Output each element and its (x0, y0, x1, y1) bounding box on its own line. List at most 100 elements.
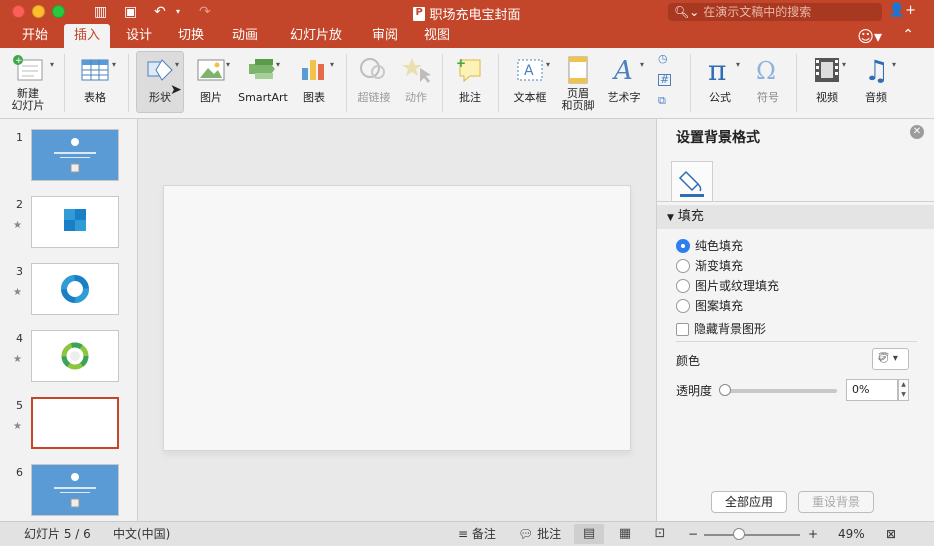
normal-view-button[interactable]: ▤ (574, 524, 604, 544)
color-picker-button[interactable]: 🪣︎ ▾ (872, 348, 909, 370)
svg-text:A: A (612, 56, 633, 84)
thumbnail-row-4[interactable]: 4 ★ (0, 330, 138, 382)
tab-view[interactable]: 视图 (416, 24, 458, 48)
solid-fill-radio[interactable]: 纯色填充 (676, 238, 743, 254)
radio-unchecked[interactable] (676, 259, 690, 273)
thumbnail-row-1[interactable]: 1 (0, 129, 138, 181)
slide-thumbnail[interactable] (31, 263, 119, 315)
slider-knob[interactable] (719, 384, 731, 396)
tab-review[interactable]: 审阅 (366, 24, 404, 48)
zoom-level[interactable]: 49% (838, 522, 865, 546)
slide-thumbnail[interactable] (31, 196, 119, 248)
equation-dropdown-icon[interactable]: ▾ (736, 60, 740, 69)
video-dropdown-icon[interactable]: ▾ (842, 60, 846, 69)
share-user-icon[interactable]: 👤+ (889, 3, 916, 18)
radio-label: 渐变填充 (695, 259, 744, 273)
chart-button[interactable]: 图表 (294, 54, 334, 104)
fill-tab[interactable] (671, 161, 713, 201)
wordart-dropdown-icon[interactable]: ▾ (640, 60, 644, 69)
smiley-feedback-icon[interactable]: ☺▾ (857, 27, 882, 46)
zoom-slider[interactable] (704, 534, 800, 536)
search-box[interactable]: 🔍︎⌄ 在演示文稿中的搜索 (668, 3, 882, 21)
fill-section-header[interactable]: ▼ 填充 (657, 205, 934, 229)
table-dropdown-icon[interactable]: ▾ (112, 60, 116, 69)
zoom-in-button[interactable]: + (808, 522, 818, 546)
comment-button[interactable]: + 批注 (450, 54, 490, 104)
picture-dropdown-icon[interactable]: ▾ (226, 60, 230, 69)
fit-to-window-icon[interactable]: ⊠ (886, 522, 896, 546)
wordart-button[interactable]: A 艺术字 (604, 54, 644, 104)
slide-thumbnail[interactable] (31, 129, 119, 181)
pattern-fill-radio[interactable]: 图案填充 (676, 298, 743, 314)
transparency-input[interactable]: 0% (846, 379, 898, 401)
zoom-slider-knob[interactable] (733, 528, 745, 540)
transparency-label: 透明度 (676, 384, 713, 398)
ribbon-tab-bar: 开始 插入 设计 切换 动画 幻灯片放映 审阅 视图 ☺▾ ⌃ (0, 24, 934, 67)
transparency-slider[interactable] (719, 384, 837, 396)
omega-icon: Ω (750, 54, 786, 85)
header-footer-button[interactable]: 页眉 和页脚 (558, 54, 598, 112)
hide-background-graphics-checkbox[interactable]: 隐藏背景图形 (676, 321, 766, 337)
date-time-icon[interactable]: ◷ (658, 52, 668, 65)
new-slide-icon: + (10, 54, 46, 84)
gradient-fill-radio[interactable]: 渐变填充 (676, 258, 743, 274)
tab-transitions[interactable]: 切换 (170, 24, 212, 48)
new-slide-dropdown-icon[interactable]: ▾ (50, 60, 54, 69)
tab-divider (657, 201, 934, 202)
slide-thumbnail[interactable] (31, 464, 119, 516)
search-icon: 🔍︎⌄ (674, 5, 700, 19)
comment-icon: + (452, 54, 488, 84)
comment-bubble-icon: 💬︎ (518, 527, 534, 541)
thumbnail-row-2[interactable]: 2 ★ (0, 196, 138, 248)
thumbnail-row-5[interactable]: 5 ★ (0, 397, 138, 449)
tab-animations[interactable]: 动画 (224, 24, 266, 48)
action-button: 动作 (396, 54, 436, 104)
transparency-stepper[interactable]: ▲ ▼ (898, 379, 909, 401)
close-icon[interactable]: ✕ (910, 125, 924, 139)
table-icon (77, 54, 113, 84)
comments-toggle[interactable]: 💬︎ 批注 (518, 522, 561, 546)
tab-slideshow[interactable]: 幻灯片放映 (278, 24, 354, 67)
shapes-icon (142, 54, 178, 84)
collapse-ribbon-icon[interactable]: ⌃ (902, 27, 914, 43)
audio-dropdown-icon[interactable]: ▾ (892, 60, 896, 69)
slide-thumbnail-selected[interactable] (31, 397, 119, 449)
current-slide[interactable] (163, 185, 631, 451)
tab-design[interactable]: 设计 (120, 24, 158, 48)
notes-toggle[interactable]: ≡ 备注 (458, 522, 496, 546)
comments-label: 批注 (537, 527, 562, 541)
slide-editing-canvas[interactable] (139, 119, 656, 521)
slide-sorter-button[interactable]: ▦ (610, 524, 640, 544)
thumbnail-row-6[interactable]: 6 (0, 464, 138, 516)
reset-background-button: 重设背景 (798, 491, 874, 513)
film-icon (809, 54, 845, 84)
smartart-button[interactable]: SmartArt (238, 54, 288, 104)
tab-home[interactable]: 开始 (16, 24, 54, 48)
symbol-button[interactable]: Ω 符号 (748, 54, 788, 104)
radio-unchecked[interactable] (676, 299, 690, 313)
thumbnail-row-3[interactable]: 3 ★ (0, 263, 138, 315)
slide-number-icon[interactable]: # (658, 74, 672, 86)
radio-unchecked[interactable] (676, 279, 690, 293)
checkbox[interactable] (676, 323, 689, 336)
tab-insert[interactable]: 插入 (64, 24, 110, 48)
textbox-dropdown-icon[interactable]: ▾ (546, 60, 550, 69)
shapes-dropdown-icon[interactable]: ▾ (175, 60, 179, 69)
radio-checked[interactable] (676, 239, 690, 253)
language-indicator[interactable]: 中文(中国) (113, 522, 170, 546)
zoom-out-button[interactable]: − (688, 522, 698, 546)
presenter-view-button[interactable]: ⊡ (645, 524, 675, 544)
apply-to-all-button[interactable]: 全部应用 (711, 491, 787, 513)
new-slide-button[interactable]: + 新建 幻灯片 (6, 54, 50, 112)
normal-view-icon: ▤ (582, 526, 596, 541)
slide-thumbnail-panel[interactable]: 1 2 ★ 3 ★ 4 ★ 5 ★ 6 (0, 119, 138, 521)
chart-dropdown-icon[interactable]: ▾ (330, 60, 334, 69)
svg-text:π: π (708, 54, 726, 84)
object-icon[interactable]: ⧉ (658, 94, 666, 108)
slide-counter: 幻灯片 5 / 6 (24, 527, 91, 541)
audio-label: 音频 (865, 91, 887, 104)
picture-texture-fill-radio[interactable]: 图片或纹理填充 (676, 278, 779, 294)
audio-button[interactable]: ♫ 音频 (856, 54, 896, 104)
smartart-dropdown-icon[interactable]: ▾ (276, 60, 280, 69)
slide-thumbnail[interactable] (31, 330, 119, 382)
